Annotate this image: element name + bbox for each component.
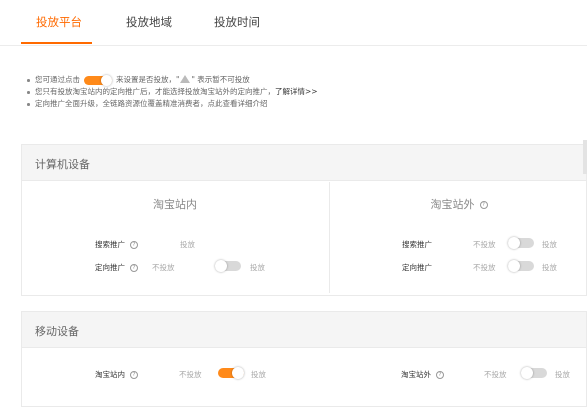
- section-title: 淘宝站外?: [330, 196, 587, 212]
- mobile-device-card: 移动设备 淘宝站内? 不投放 投放 淘宝站外? 不投放 投放: [21, 311, 587, 407]
- note-item: 您只有投放淘宝站内的定向推广后，才能选择投放淘宝站外的定向推广，了解详情>>: [27, 86, 318, 98]
- note-text: " 表示暂不可投放: [191, 75, 250, 84]
- pc-outside-directed-toggle[interactable]: [508, 260, 534, 272]
- help-icon[interactable]: ?: [436, 371, 444, 379]
- off-label: 不投放: [152, 263, 175, 272]
- note-item: 定向推广全面升级，全链路资源位覆盖精准消费者，点此查看详细介绍: [27, 98, 318, 110]
- tab-bar: 投放平台 投放地域 投放时间: [0, 0, 587, 46]
- row-label-text: 定向推广: [95, 263, 125, 272]
- directed-promo-label: 定向推广: [402, 263, 432, 272]
- toggle-knob: [508, 260, 520, 272]
- help-icon[interactable]: ?: [479, 201, 488, 209]
- upgrade-intro-link[interactable]: 定向推广全面升级，全链路资源位覆盖精准消费者，点此查看详细介绍: [35, 99, 268, 108]
- off-label: 不投放: [179, 370, 202, 379]
- active-tab-indicator: [21, 42, 92, 44]
- help-icon[interactable]: ?: [130, 264, 138, 272]
- side-panel-handle[interactable]: [583, 140, 587, 174]
- tab-time[interactable]: 投放时间: [214, 14, 260, 30]
- tab-platform[interactable]: 投放平台: [36, 14, 82, 30]
- pc-outside-search-toggle[interactable]: [508, 237, 534, 249]
- directed-promo-label: 定向推广?: [95, 262, 138, 273]
- toggle-knob: [232, 367, 244, 379]
- help-icon[interactable]: ?: [130, 241, 138, 249]
- on-label: 投放: [542, 240, 557, 249]
- row-label-text: 淘宝站外: [401, 370, 431, 379]
- mobile-outside-toggle[interactable]: [521, 367, 547, 379]
- on-label: 投放: [250, 263, 265, 272]
- toggle-knob: [521, 367, 533, 379]
- learn-more-link[interactable]: 了解详情>>: [275, 87, 318, 96]
- pc-inside-directed-toggle[interactable]: [215, 260, 241, 272]
- row-label-text: 搜索推广: [95, 240, 125, 249]
- pc-device-card: 计算机设备 淘宝站内 搜索推广? 投放 定向推广? 不投放 投放 淘宝站外? 搜…: [21, 144, 587, 296]
- mobile-inside-label: 淘宝站内?: [95, 369, 138, 380]
- help-icon[interactable]: ?: [130, 371, 138, 379]
- pc-outside-section: 淘宝站外? 搜索推广 不投放 投放 定向推广 不投放 投放: [329, 182, 587, 293]
- card-title: 计算机设备: [22, 145, 586, 181]
- off-label: 不投放: [473, 263, 496, 272]
- toggle-knob: [215, 260, 227, 272]
- on-label: 投放: [542, 263, 557, 272]
- mobile-inside-toggle[interactable]: [218, 367, 244, 379]
- section-title: 淘宝站内: [153, 198, 197, 211]
- on-label: 投放: [555, 370, 570, 379]
- off-label: 不投放: [484, 370, 507, 379]
- mobile-outside-label: 淘宝站外?: [401, 369, 444, 380]
- note-text: 来设置是否投放，": [116, 75, 180, 84]
- card-title: 移动设备: [22, 312, 586, 348]
- section-title-text: 淘宝站外: [430, 198, 475, 211]
- note-text: 您只有投放淘宝站内的定向推广后，才能选择投放淘宝站外的定向推广，: [35, 87, 275, 96]
- search-promo-label: 搜索推广: [402, 240, 432, 249]
- note-text: 您可通过点击: [35, 75, 80, 84]
- off-label: 不投放: [473, 240, 496, 249]
- row-label-text: 淘宝站内: [95, 370, 125, 379]
- note-item: 您可通过点击 来设置是否投放，" " 表示暂不可投放: [27, 74, 318, 86]
- notes-list: 您可通过点击 来设置是否投放，" " 表示暂不可投放 您只有投放淘宝站内的定向推广后…: [27, 74, 318, 110]
- pc-inside-section: 淘宝站内 搜索推广? 投放 定向推广? 不投放 投放: [22, 182, 328, 293]
- toggle-knob: [508, 237, 520, 249]
- tab-region[interactable]: 投放地域: [126, 14, 172, 30]
- search-promo-label: 搜索推广?: [95, 239, 138, 250]
- toggle-sample-icon: [84, 74, 112, 86]
- on-label: 投放: [251, 370, 266, 379]
- status-text: 投放: [180, 240, 195, 249]
- warning-icon: [180, 75, 191, 83]
